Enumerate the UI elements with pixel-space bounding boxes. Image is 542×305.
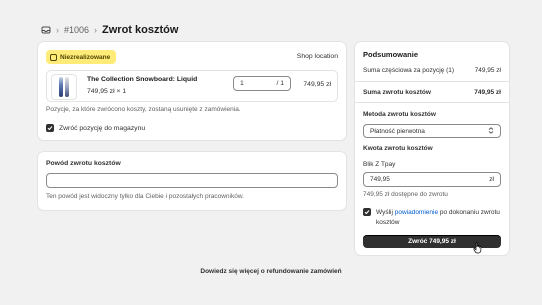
subtotal-label: Suma częściowa za pozycję (1) xyxy=(363,67,455,74)
quantity-input[interactable]: 1 / 1 xyxy=(233,76,291,91)
product-price: 749,95 zł × 1 xyxy=(87,88,127,95)
notify-label: Wyślij powiadomienie po dokonaniu zwrotu… xyxy=(376,208,504,228)
total-row: Suma zwrotu kosztów 749,95 zł xyxy=(363,89,501,96)
product-thumbnail xyxy=(51,74,77,100)
breadcrumb-order-link[interactable]: #1006 xyxy=(64,25,89,35)
subtotal-value: 749,95 zł xyxy=(474,67,501,74)
refund-method-value: Płatność pierwotna xyxy=(370,127,425,135)
line-item: The Collection Snowboard: Liquid 749,95 … xyxy=(46,70,338,102)
notify-checkbox[interactable] xyxy=(363,208,371,216)
summary-card: Podsumowanie Suma częściowa za pozycję (… xyxy=(355,42,509,255)
quantity-total: / 1 xyxy=(276,80,284,87)
status-badge-label: Niezrealizowane xyxy=(60,53,111,61)
divider xyxy=(355,81,509,82)
restock-label: Zwróć pozycję do magazynu xyxy=(59,124,146,132)
breadcrumb: › #1006 › Zwrot kosztów xyxy=(40,23,178,37)
total-value: 749,95 zł xyxy=(474,89,501,96)
quantity-value[interactable]: 1 xyxy=(240,80,276,87)
learn-more-link[interactable]: Dowiedz się więcej o refundowanie zamówi… xyxy=(0,268,542,275)
product-name[interactable]: The Collection Snowboard: Liquid xyxy=(87,76,197,83)
location-label: Shop location xyxy=(296,53,338,60)
amount-label: Kwota zwrotu kosztów xyxy=(363,145,433,152)
refund-reason-card: Powód zwrotu kosztów Ten powód jest wido… xyxy=(38,152,346,210)
hand-cursor-icon xyxy=(473,242,482,254)
reason-help-text: Ten powód jest widoczny tylko dla Ciebie… xyxy=(46,193,244,200)
notify-prefix: Wyślij xyxy=(376,209,395,216)
status-badge: Niezrealizowane xyxy=(46,50,117,64)
currency-suffix: zł xyxy=(489,176,494,183)
breadcrumb-separator-icon: › xyxy=(94,25,98,35)
orders-icon[interactable] xyxy=(40,25,51,36)
gateway-label: Blik Z Tpay xyxy=(363,161,396,168)
removal-note: Pozycje, za które zwrócono koszty, zosta… xyxy=(46,106,241,113)
reason-input[interactable] xyxy=(46,173,338,188)
method-label: Metoda zwrotu kosztów xyxy=(363,111,436,118)
unfulfilled-icon xyxy=(50,53,57,61)
subtotal-row: Suma częściowa za pozycję (1) 749,95 zł xyxy=(363,67,501,74)
line-total: 749,95 zł xyxy=(303,81,331,88)
total-label: Suma zwrotu kosztów xyxy=(363,89,431,96)
notification-link[interactable]: powiadomienie xyxy=(395,209,438,216)
reason-label: Powód zwrotu kosztów xyxy=(46,160,121,167)
divider xyxy=(355,102,509,103)
select-chevron-icon xyxy=(488,126,494,136)
restock-checkbox-row[interactable]: Zwróć pozycję do magazynu xyxy=(46,124,145,132)
page-title: Zwrot kosztów xyxy=(102,24,179,36)
refund-items-card: Niezrealizowane Shop location The Collec… xyxy=(38,42,346,140)
available-text: 749,95 zł dostępne do zwrotu xyxy=(363,191,448,198)
summary-title: Podsumowanie xyxy=(363,50,419,59)
refund-method-select[interactable]: Płatność pierwotna xyxy=(363,124,501,138)
refund-amount-value[interactable]: 749,95 xyxy=(370,176,390,183)
refund-amount-input[interactable]: 749,95 zł xyxy=(363,172,501,187)
restock-checkbox[interactable] xyxy=(46,124,54,132)
breadcrumb-separator-icon: › xyxy=(56,25,59,35)
